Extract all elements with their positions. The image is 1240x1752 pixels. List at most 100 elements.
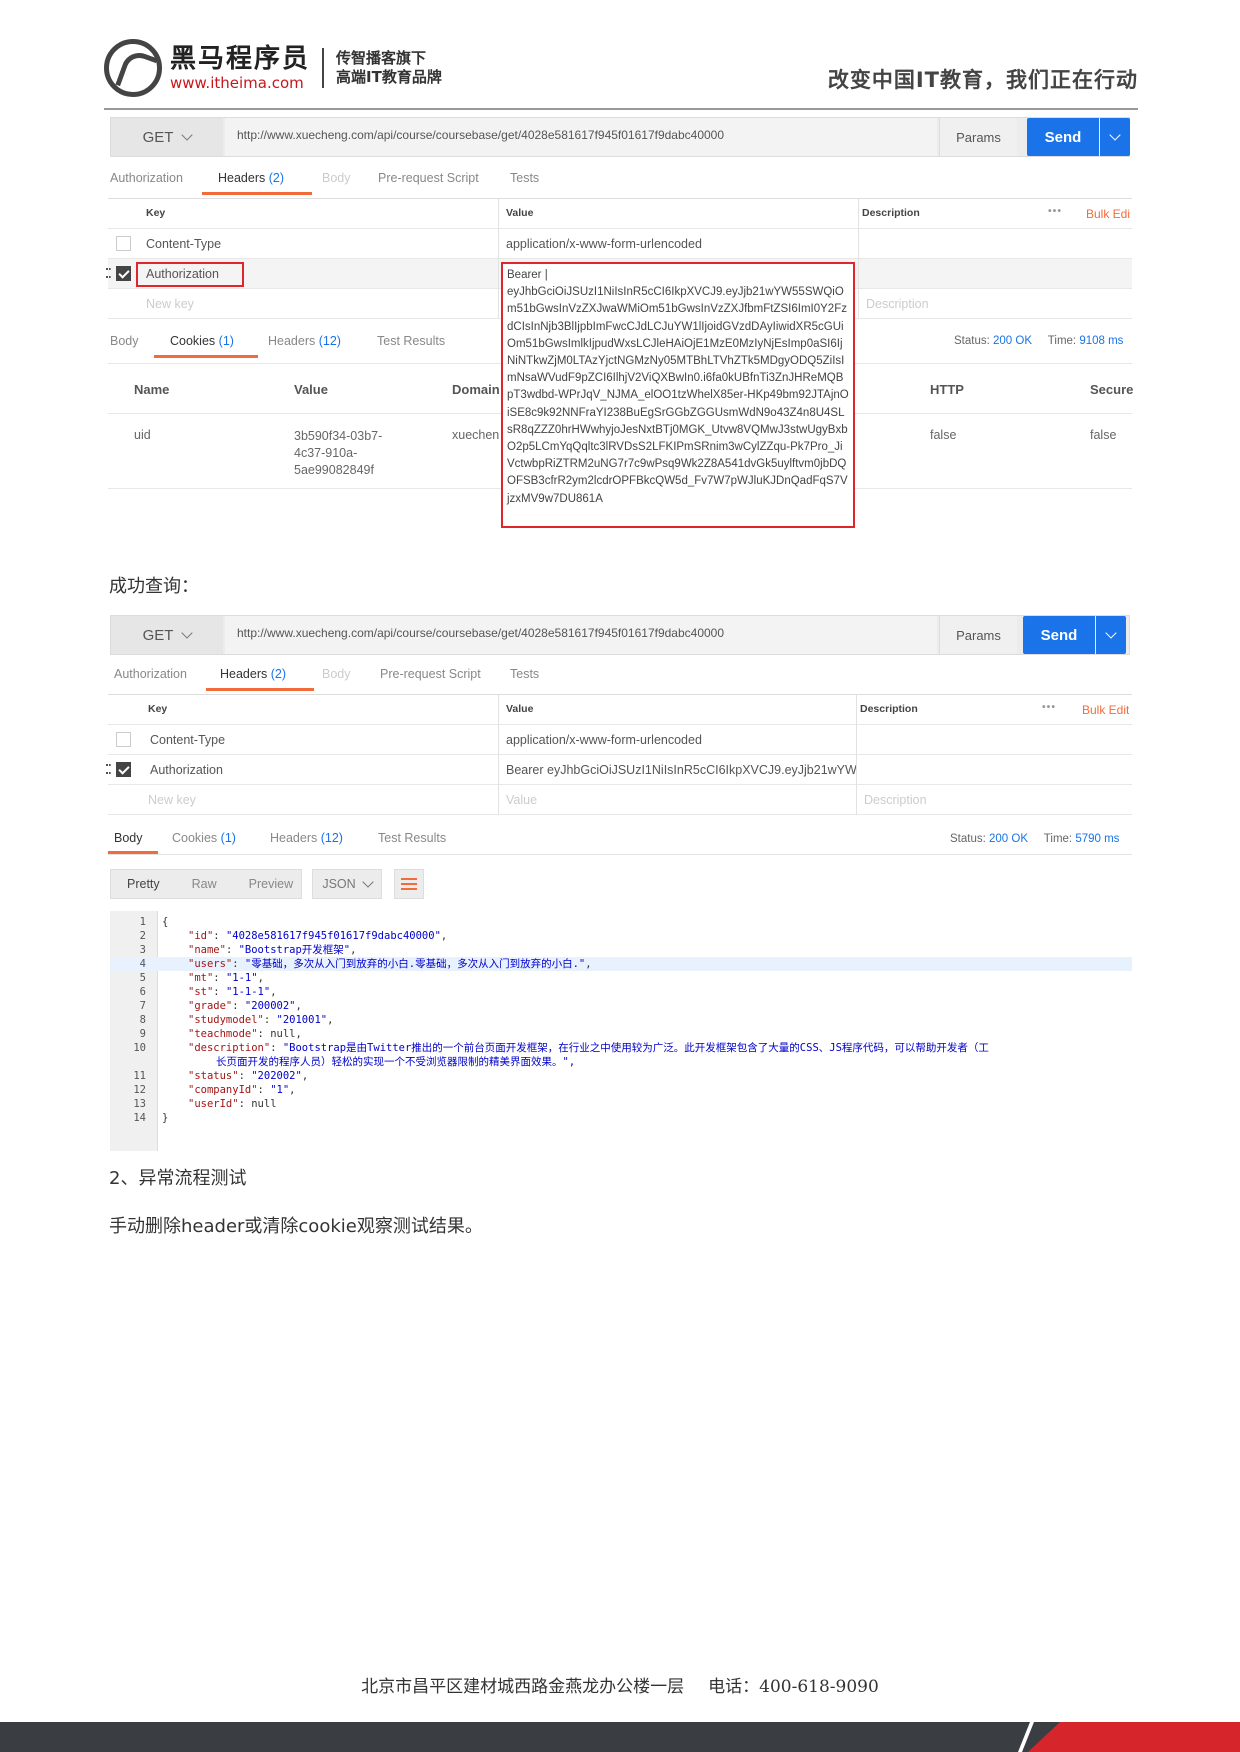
- col-description: Description: [862, 207, 920, 219]
- row-value[interactable]: application/x-www-form-urlencoded: [506, 237, 702, 251]
- tab-headers[interactable]: Headers (12): [268, 334, 341, 348]
- code-text: "teachmode": null,: [188, 1028, 302, 1040]
- code-line: 4 "users": "零基础，多次从入门到放弃的小白.零基础，多次从入门到放弃的…: [110, 957, 1132, 971]
- header-motto: 改变中国IT教育，我们正在行动: [827, 68, 1138, 92]
- chevron-down-icon: [181, 627, 194, 639]
- code-text: "st": "1-1-1",: [188, 986, 277, 998]
- active-tab-indicator: [206, 688, 314, 691]
- cookie-domain: xuechen: [452, 428, 500, 442]
- tab-tests[interactable]: Tests: [510, 667, 539, 681]
- wrap-lines-button[interactable]: [394, 869, 424, 899]
- status-value: 200 OK: [989, 833, 1029, 845]
- params-button[interactable]: Params: [939, 118, 1017, 156]
- col-secure: Secure: [1090, 382, 1134, 397]
- code-line: 8 "studymodel": "201001",: [110, 1013, 1132, 1027]
- tab-test-results[interactable]: Test Results: [377, 334, 445, 348]
- row-checkbox[interactable]: [116, 236, 131, 251]
- drag-handle-icon[interactable]: [106, 764, 111, 774]
- tab-cookies[interactable]: Cookies (1): [172, 831, 236, 845]
- postman-screenshot-2: GET http://www.xuecheng.com/api/course/c…: [106, 615, 1132, 1151]
- table-row: Content-Type application/x-www-form-urle…: [108, 725, 1132, 755]
- tab-pre-request-script[interactable]: Pre-request Script: [380, 667, 481, 681]
- status-info: Status: 200 OK Time: 9108 ms: [954, 335, 1124, 347]
- new-description-input[interactable]: Description: [864, 793, 927, 807]
- row-checkbox[interactable]: [116, 762, 131, 777]
- request-tabs: Authorization Headers (2) Body Pre-reque…: [108, 163, 1132, 195]
- line-number: 12: [133, 1084, 146, 1096]
- row-key[interactable]: Content-Type: [150, 733, 225, 747]
- footer-accent: [1028, 1722, 1240, 1752]
- preview-button[interactable]: Preview: [233, 877, 309, 891]
- col-description: Description: [860, 703, 918, 715]
- line-number: 11: [133, 1070, 146, 1082]
- tab-authorization[interactable]: Authorization: [114, 667, 187, 681]
- chevron-down-icon: [362, 876, 374, 888]
- code-text: "userId": null: [188, 1098, 277, 1110]
- tab-authorization[interactable]: Authorization: [110, 171, 183, 185]
- row-value[interactable]: application/x-www-form-urlencoded: [506, 733, 702, 747]
- tab-body[interactable]: Body: [110, 334, 139, 348]
- new-value-input[interactable]: Value: [506, 793, 537, 807]
- params-button[interactable]: Params: [939, 616, 1017, 654]
- send-button[interactable]: Send: [1027, 118, 1099, 156]
- code-line: 10 "description": "Bootstrap是由Twitter推出的一…: [110, 1041, 1132, 1055]
- brand-url: www.itheima.com: [170, 74, 304, 92]
- pretty-button[interactable]: Pretty: [111, 877, 176, 891]
- tab-body[interactable]: Body: [114, 831, 143, 845]
- code-line: 9 "teachmode": null,: [110, 1027, 1132, 1041]
- tab-tests[interactable]: Tests: [510, 171, 539, 185]
- bearer-token-text[interactable]: Bearer | eyJhbGciOiJSUzI1NiIsInR5cCI6Ikp…: [503, 264, 853, 511]
- method-select[interactable]: GET: [111, 616, 223, 654]
- code-text: "companyId": "1",: [188, 1084, 296, 1096]
- footer-phone: 电话：400-618-9090: [708, 1677, 879, 1697]
- page-header: 黑马程序员 www.itheima.com 传智播客旗下 高端IT教育品牌 改变…: [104, 38, 1138, 110]
- url-input[interactable]: http://www.xuecheng.com/api/course/cours…: [225, 616, 937, 654]
- url-input[interactable]: http://www.xuecheng.com/api/course/cours…: [225, 118, 937, 156]
- tab-test-results[interactable]: Test Results: [378, 831, 446, 845]
- line-number: 1: [139, 916, 146, 928]
- line-number: 2: [139, 930, 146, 942]
- caption-success: 成功查询：: [109, 576, 199, 597]
- new-key-input[interactable]: New key: [148, 793, 196, 807]
- row-checkbox[interactable]: [116, 732, 131, 747]
- section-text: 手动删除header或清除cookie观察测试结果。: [109, 1216, 483, 1237]
- request-tabs: Authorization Headers (2) Body Pre-reque…: [108, 659, 1132, 691]
- code-text: }: [162, 1112, 169, 1124]
- code-text: "name": "Bootstrap开发框架",: [188, 944, 357, 956]
- line-number: 3: [139, 944, 146, 956]
- more-icon[interactable]: •••: [1042, 701, 1056, 713]
- code-text: "description": "Bootstrap是由Twitter推出的一个前…: [188, 1042, 989, 1054]
- tab-pre-request-script[interactable]: Pre-request Script: [378, 171, 479, 185]
- more-icon[interactable]: •••: [1048, 205, 1062, 217]
- tab-headers[interactable]: Headers (2): [220, 667, 286, 681]
- tab-cookies[interactable]: Cookies (1): [170, 334, 234, 348]
- col-name: Name: [134, 382, 170, 397]
- drag-handle-icon[interactable]: [106, 268, 111, 278]
- tab-body[interactable]: Body: [322, 171, 351, 185]
- send-dropdown[interactable]: [1100, 118, 1130, 156]
- bulk-edit-link[interactable]: Bulk Edi: [1086, 207, 1130, 221]
- send-button[interactable]: Send: [1023, 616, 1095, 654]
- new-key-input[interactable]: New key: [146, 297, 194, 311]
- headers-table: Key Value Description ••• Bulk Edit Cont…: [106, 694, 1132, 816]
- tab-body[interactable]: Body: [322, 667, 351, 681]
- bulk-edit-link[interactable]: Bulk Edit: [1082, 703, 1129, 717]
- tab-headers[interactable]: Headers (2): [218, 171, 284, 185]
- code-line: 13 "userId": null: [110, 1097, 1132, 1111]
- new-description-input[interactable]: Description: [866, 297, 929, 311]
- row-value[interactable]: Bearer eyJhbGciOiJSUzI1NiIsInR5cCI6IkpXV…: [506, 763, 856, 777]
- row-key[interactable]: Content-Type: [146, 237, 221, 251]
- row-checkbox[interactable]: [116, 266, 131, 281]
- send-dropdown[interactable]: [1096, 616, 1126, 654]
- active-tab-indicator: [154, 355, 258, 358]
- tab-headers[interactable]: Headers (12): [270, 831, 343, 845]
- chevron-down-icon: [1105, 627, 1117, 639]
- status-value: 200 OK: [993, 335, 1033, 347]
- raw-button[interactable]: Raw: [176, 877, 233, 891]
- format-select[interactable]: JSON: [312, 869, 382, 899]
- code-text: "mt": "1-1",: [188, 972, 264, 984]
- method-select[interactable]: GET: [111, 118, 223, 156]
- row-key[interactable]: Authorization: [150, 763, 223, 777]
- footer-text: 北京市昌平区建材城西路金燕龙办公楼一层 电话：400-618-9090: [0, 1672, 1240, 1697]
- line-number: 8: [139, 1014, 146, 1026]
